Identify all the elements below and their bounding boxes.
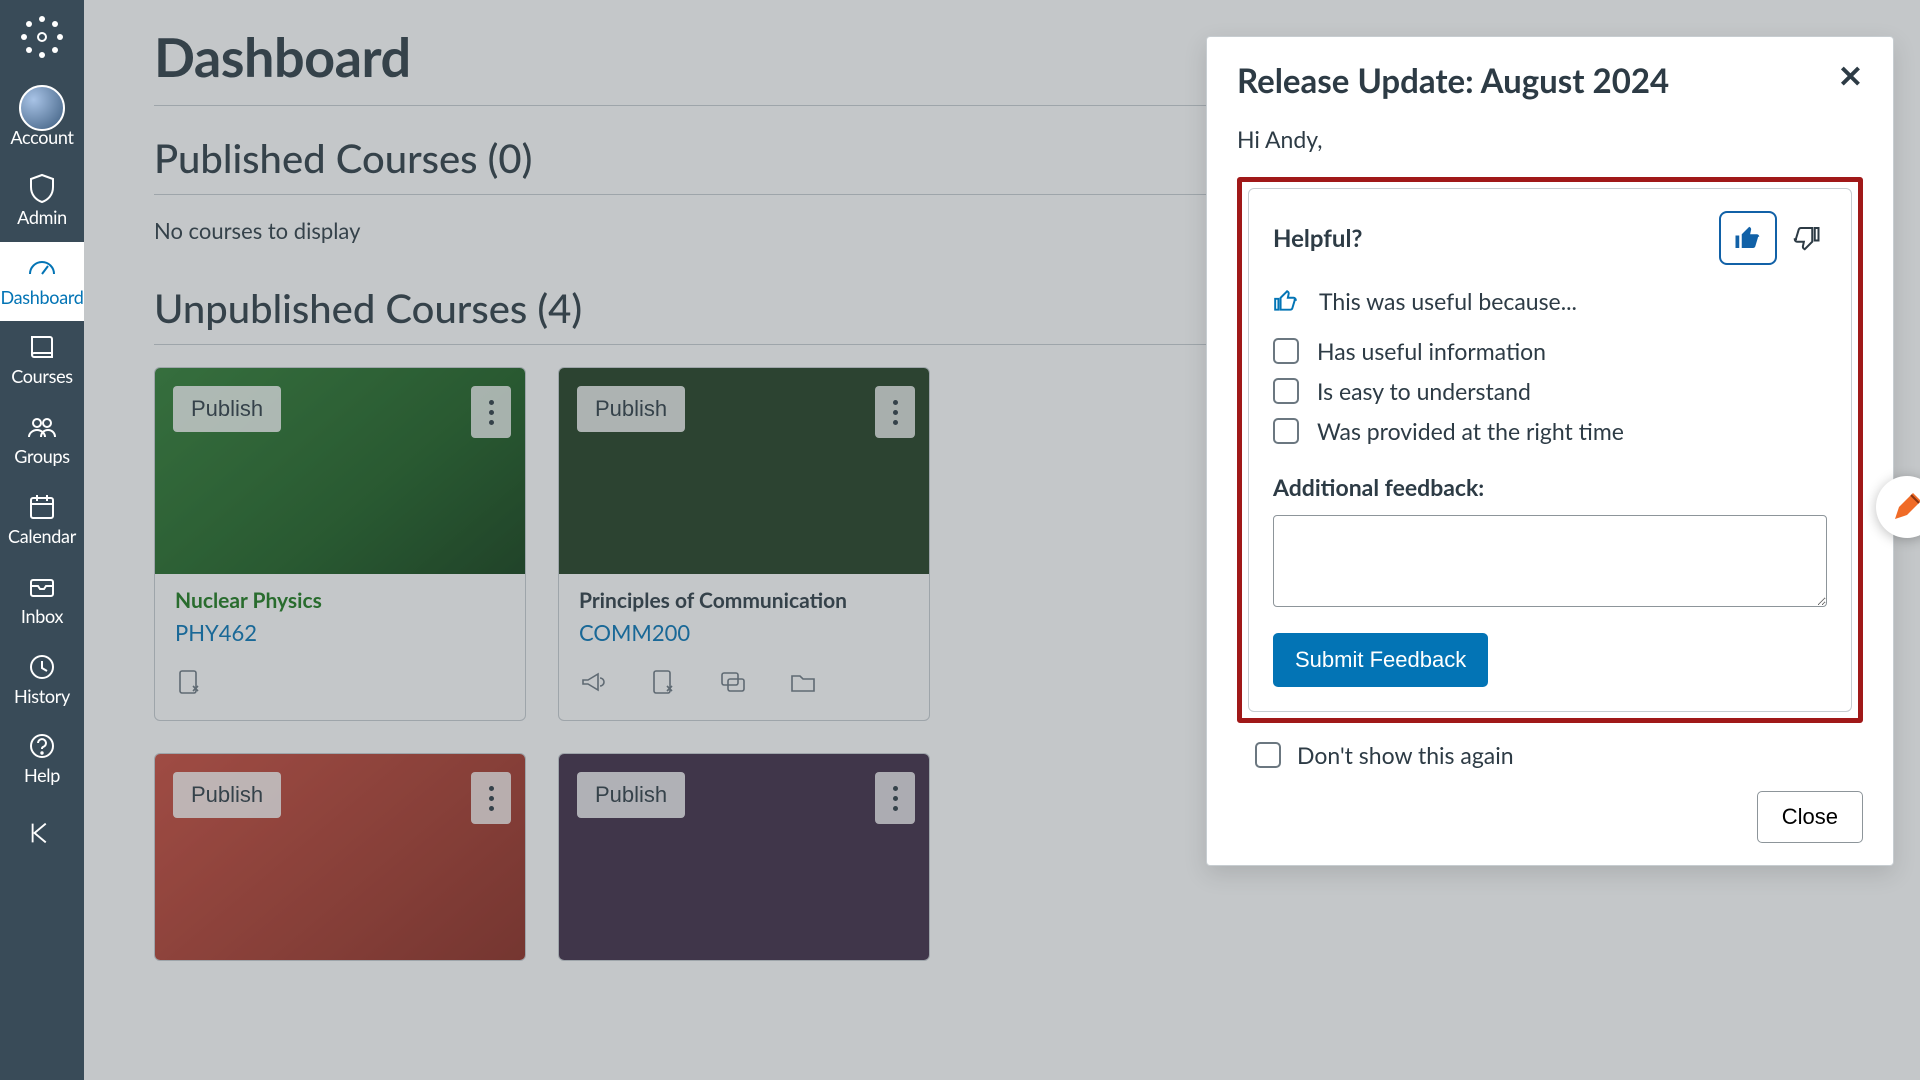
course-name[interactable]: Principles of Communication bbox=[579, 588, 909, 613]
card-menu-button[interactable] bbox=[471, 772, 511, 824]
feedback-reason-prompt: This was useful because... bbox=[1319, 287, 1577, 315]
additional-feedback-label: Additional feedback: bbox=[1273, 473, 1827, 501]
nav-help[interactable]: Help bbox=[0, 720, 84, 800]
card-menu-button[interactable] bbox=[875, 772, 915, 824]
global-nav: Account Admin Dashboard Courses Groups C… bbox=[0, 0, 84, 1080]
feedback-option-row[interactable]: Was provided at the right time bbox=[1273, 417, 1827, 445]
avatar-icon bbox=[19, 85, 65, 131]
nav-history[interactable]: History bbox=[0, 641, 84, 721]
pencil-icon bbox=[1889, 489, 1920, 525]
nav-account[interactable]: Account bbox=[0, 82, 84, 162]
nav-label-calendar: Calendar bbox=[8, 527, 76, 547]
release-update-panel: Release Update: August 2024 ✕ Hi Andy, H… bbox=[1206, 36, 1894, 866]
card-menu-button[interactable] bbox=[471, 386, 511, 438]
publish-button[interactable]: Publish bbox=[173, 386, 281, 432]
feedback-card: Helpful? This was useful because... bbox=[1248, 188, 1852, 712]
additional-feedback-textarea[interactable] bbox=[1273, 515, 1827, 607]
discussions-icon[interactable] bbox=[719, 668, 747, 700]
divider bbox=[154, 105, 1254, 106]
checkbox[interactable] bbox=[1255, 742, 1281, 768]
nav-label-dashboard: Dashboard bbox=[0, 288, 83, 308]
thumbs-up-outline-icon bbox=[1273, 288, 1299, 314]
course-code[interactable]: COMM200 bbox=[579, 619, 909, 646]
divider bbox=[154, 194, 1254, 195]
thumbs-up-button[interactable] bbox=[1719, 211, 1777, 265]
files-icon[interactable] bbox=[789, 668, 817, 700]
course-hero: Publish bbox=[155, 368, 525, 574]
assignments-icon[interactable] bbox=[175, 668, 203, 700]
nav-inbox[interactable]: Inbox bbox=[0, 561, 84, 641]
checkbox[interactable] bbox=[1273, 418, 1299, 444]
nav-label-groups: Groups bbox=[14, 447, 70, 467]
feedback-option-label: Has useful information bbox=[1317, 337, 1546, 365]
course-card[interactable]: Publish Principles of Communication COMM… bbox=[558, 367, 930, 721]
nav-label-account: Account bbox=[10, 128, 73, 148]
submit-feedback-button[interactable]: Submit Feedback bbox=[1273, 633, 1488, 687]
course-card-grid: Publish Nuclear Physics PHY462 Publish bbox=[154, 367, 1254, 961]
announcements-icon[interactable] bbox=[579, 668, 607, 700]
close-icon[interactable]: ✕ bbox=[1838, 61, 1863, 91]
app-logo[interactable] bbox=[15, 10, 69, 64]
feedback-question: Helpful? bbox=[1273, 224, 1362, 253]
assignments-icon[interactable] bbox=[649, 668, 677, 700]
kebab-icon bbox=[893, 400, 898, 425]
dont-show-row[interactable]: Don't show this again bbox=[1255, 741, 1863, 769]
release-greeting: Hi Andy, bbox=[1237, 125, 1863, 153]
feedback-option-label: Was provided at the right time bbox=[1317, 417, 1624, 445]
nav-admin[interactable]: Admin bbox=[0, 162, 84, 242]
feedback-highlight-outline: Helpful? This was useful because... bbox=[1237, 177, 1863, 723]
divider bbox=[154, 344, 1254, 345]
inbox-icon bbox=[26, 571, 58, 603]
dont-show-label: Don't show this again bbox=[1297, 741, 1514, 769]
nav-calendar[interactable]: Calendar bbox=[0, 481, 84, 561]
close-button[interactable]: Close bbox=[1757, 791, 1863, 843]
collapse-nav-button[interactable] bbox=[27, 818, 57, 852]
nav-label-help: Help bbox=[24, 766, 60, 786]
publish-button[interactable]: Publish bbox=[577, 386, 685, 432]
calendar-icon bbox=[26, 491, 58, 523]
release-title: Release Update: August 2024 bbox=[1237, 61, 1669, 101]
people-icon bbox=[26, 411, 58, 443]
thumbs-up-icon bbox=[1733, 223, 1763, 253]
publish-button[interactable]: Publish bbox=[173, 772, 281, 818]
course-card[interactable]: Publish Nuclear Physics PHY462 bbox=[154, 367, 526, 721]
gauge-icon bbox=[26, 252, 58, 284]
feedback-option-row[interactable]: Is easy to understand bbox=[1273, 377, 1827, 405]
checkbox[interactable] bbox=[1273, 378, 1299, 404]
course-hero: Publish bbox=[559, 368, 929, 574]
help-icon bbox=[26, 730, 58, 762]
publish-button[interactable]: Publish bbox=[577, 772, 685, 818]
kebab-icon bbox=[489, 786, 494, 811]
main-region: Dashboard Published Courses (0) No cours… bbox=[84, 0, 1920, 1080]
thumbs-down-icon bbox=[1791, 223, 1821, 253]
feedback-option-label: Is easy to understand bbox=[1317, 377, 1531, 405]
book-icon bbox=[26, 331, 58, 363]
course-card[interactable]: Publish bbox=[154, 753, 526, 961]
shield-icon bbox=[26, 172, 58, 204]
nav-groups[interactable]: Groups bbox=[0, 401, 84, 481]
thumbs-down-button[interactable] bbox=[1785, 211, 1827, 265]
kebab-icon bbox=[489, 400, 494, 425]
nav-label-admin: Admin bbox=[17, 208, 67, 228]
nav-label-courses: Courses bbox=[11, 367, 73, 387]
course-card[interactable]: Publish bbox=[558, 753, 930, 961]
feedback-option-row[interactable]: Has useful information bbox=[1273, 337, 1827, 365]
nav-dashboard[interactable]: Dashboard bbox=[0, 242, 84, 322]
course-code[interactable]: PHY462 bbox=[175, 619, 505, 646]
nav-courses[interactable]: Courses bbox=[0, 321, 84, 401]
nav-label-history: History bbox=[14, 687, 70, 707]
checkbox[interactable] bbox=[1273, 338, 1299, 364]
kebab-icon bbox=[893, 786, 898, 811]
course-name[interactable]: Nuclear Physics bbox=[175, 588, 505, 613]
nav-label-inbox: Inbox bbox=[21, 607, 63, 627]
clock-icon bbox=[26, 651, 58, 683]
card-menu-button[interactable] bbox=[875, 386, 915, 438]
course-hero: Publish bbox=[155, 754, 525, 960]
course-hero: Publish bbox=[559, 754, 929, 960]
